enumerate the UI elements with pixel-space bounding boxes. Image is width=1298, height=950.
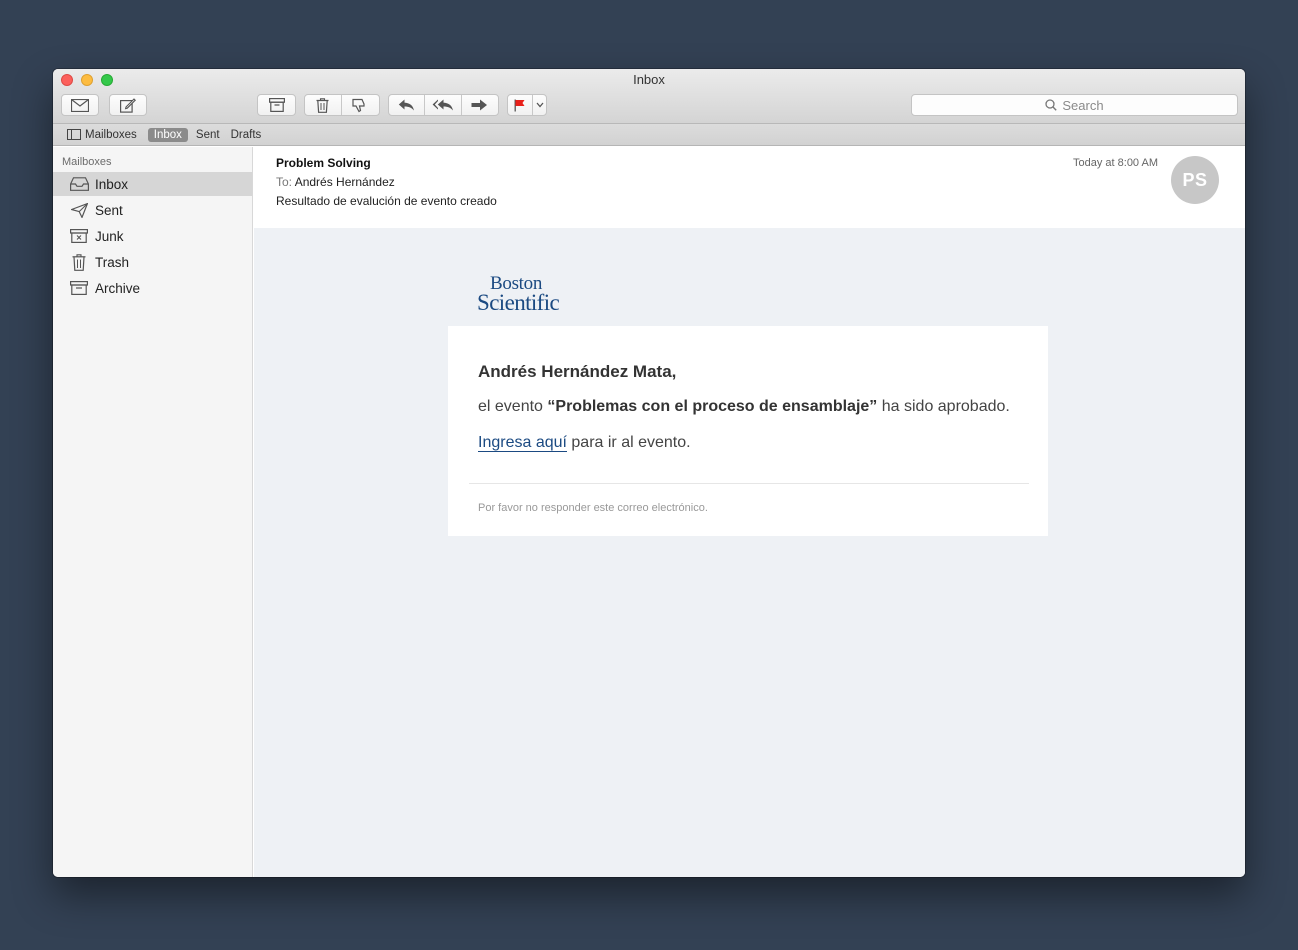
sent-icon: [69, 201, 89, 219]
message-viewer: Problem Solving To: Andrés Hernández Res…: [254, 147, 1245, 877]
logo-line-2: Scientific: [477, 289, 560, 315]
delete-button[interactable]: [305, 95, 342, 115]
delete-junk-group: [304, 94, 380, 116]
company-logo: Boston Scientific: [477, 274, 560, 315]
search-icon: [1045, 99, 1058, 111]
sidebar: Mailboxes Inbox Sent Junk Trash Archive: [53, 147, 253, 877]
sidebar-item-label: Sent: [95, 202, 123, 218]
favorite-mailboxes-label: Mailboxes: [85, 128, 137, 141]
favorite-drafts[interactable]: Drafts: [231, 129, 262, 141]
sender-avatar: PS: [1171, 156, 1219, 204]
message-subject: Resultado de evalución de evento creado: [276, 194, 497, 208]
compose-button[interactable]: [109, 94, 147, 116]
recipient-name[interactable]: Andrés Hernández: [295, 175, 395, 189]
junk-button[interactable]: [342, 95, 379, 115]
trash-icon: [69, 253, 89, 271]
sidebar-item-trash[interactable]: Trash: [53, 250, 252, 274]
sidebar-item-label: Junk: [95, 228, 124, 244]
trash-icon: [316, 97, 329, 113]
flag-button[interactable]: [508, 95, 534, 115]
body-prefix: el evento: [478, 398, 548, 415]
sidebar-header: Mailboxes: [62, 156, 112, 168]
reply-all-button[interactable]: [425, 95, 462, 115]
sidebar-item-label: Inbox: [95, 176, 129, 192]
message-to: To: Andrés Hernández: [276, 175, 395, 189]
forward-icon: [471, 99, 488, 111]
reply-group: [388, 94, 499, 116]
sidebar-item-label: Trash: [95, 254, 130, 270]
get-mail-button[interactable]: [61, 94, 99, 116]
to-label: To:: [276, 175, 293, 189]
mail-window: Inbox Search Mailboxes Inbox Sent Drafts…: [53, 69, 1245, 877]
favorites-bar: Mailboxes Inbox Sent Drafts: [53, 124, 1245, 146]
reply-icon: [398, 99, 415, 111]
card-divider: [469, 483, 1029, 484]
junk-icon: [69, 227, 89, 245]
window-title: Inbox: [633, 72, 665, 87]
message-header: Problem Solving To: Andrés Hernández Res…: [254, 147, 1245, 228]
flag-menu-button[interactable]: [533, 95, 546, 115]
reply-button[interactable]: [389, 95, 426, 115]
event-name: “Problemas con el proceso de ensamblaje”: [547, 398, 878, 415]
sidebar-item-archive[interactable]: Archive: [53, 276, 252, 300]
email-link-line: Ingresa aquí para ir al evento.: [478, 434, 691, 452]
chevron-down-icon: [536, 102, 544, 108]
search-field[interactable]: Search: [911, 94, 1238, 116]
get-mail-icon: [71, 98, 89, 112]
compose-icon: [120, 97, 136, 113]
sidebar-item-label: Archive: [95, 280, 141, 296]
inbox-icon: [69, 175, 89, 193]
reply-all-icon: [432, 99, 454, 111]
message-from: Problem Solving: [276, 156, 371, 170]
forward-button[interactable]: [462, 95, 498, 115]
favorite-sent[interactable]: Sent: [196, 129, 220, 141]
sidebar-toggle-icon: [67, 129, 81, 140]
email-greeting: Andrés Hernández Mata,: [478, 362, 677, 381]
favorite-mailboxes[interactable]: Mailboxes: [67, 129, 137, 141]
message-date: Today at 8:00 AM: [1073, 157, 1158, 169]
flag-group: [507, 94, 547, 116]
sidebar-item-sent[interactable]: Sent: [53, 198, 252, 222]
link-suffix: para ir al evento.: [566, 434, 691, 451]
sidebar-item-inbox[interactable]: Inbox: [53, 172, 252, 196]
flag-icon: [514, 99, 525, 111]
archive-icon: [69, 279, 89, 297]
email-card: Andrés Hernández Mata, el evento “Proble…: [448, 326, 1048, 536]
search-placeholder: Search: [1062, 97, 1104, 113]
email-body-line: el evento “Problemas con el proceso de e…: [478, 398, 1010, 416]
archive-icon: [268, 98, 285, 112]
thumbs-down-icon: [352, 98, 365, 112]
archive-button[interactable]: [257, 94, 296, 116]
favorite-inbox[interactable]: Inbox: [147, 127, 188, 142]
event-link[interactable]: Ingresa aquí: [478, 434, 567, 452]
body-suffix: ha sido aprobado.: [877, 398, 1010, 415]
titlebar: Inbox Search: [53, 69, 1245, 124]
sidebar-item-junk[interactable]: Junk: [53, 224, 252, 248]
no-reply-note: Por favor no responder este correo elect…: [478, 502, 708, 514]
